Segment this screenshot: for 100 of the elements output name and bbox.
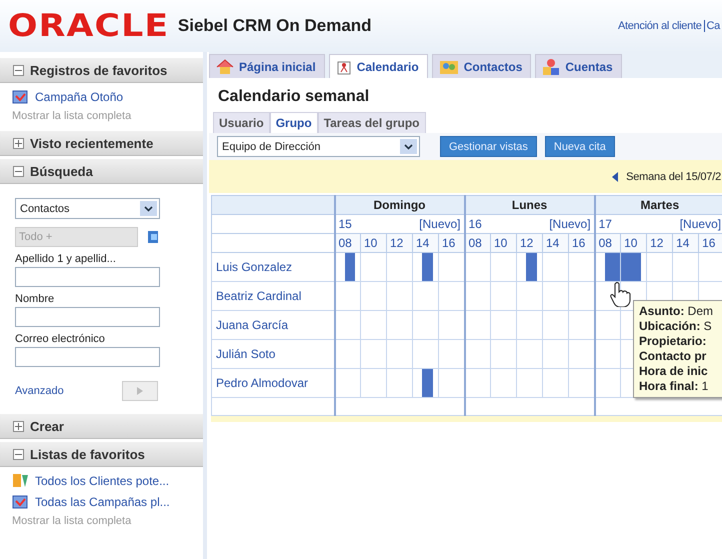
calendar-page-icon (12, 494, 29, 509)
sidebar-section-header[interactable]: Visto recientemente (0, 131, 203, 156)
person-name[interactable]: Beatriz Cardinal (212, 282, 334, 310)
time-slot[interactable] (412, 252, 438, 282)
hour-label: 12 (520, 236, 534, 250)
expand-icon[interactable] (13, 138, 24, 148)
appointment-block[interactable] (344, 253, 355, 281)
hour-label: 14 (416, 236, 430, 250)
person-name[interactable]: Juana García (212, 310, 334, 340)
time-slot[interactable] (594, 252, 621, 282)
lookup-icon[interactable] (148, 231, 158, 243)
collapse-icon[interactable] (13, 448, 24, 460)
field-label: Nombre (15, 293, 56, 305)
hour-label: 14 (676, 236, 690, 250)
dropdown-caret-icon[interactable] (400, 139, 417, 154)
calendar-page-icon (12, 89, 29, 104)
day-name: Domingo (372, 198, 426, 212)
week-label: Semana del 15/07/2 (626, 170, 721, 182)
hour-label: 16 (442, 236, 456, 250)
collapse-icon[interactable] (13, 64, 24, 76)
time-slot[interactable] (594, 310, 621, 340)
hour-label: 08 (468, 236, 482, 250)
person-name[interactable]: Luis Gonzalez (212, 252, 334, 282)
house-icon (216, 58, 234, 74)
date-link[interactable]: 16 (468, 217, 482, 231)
nav-tab[interactable]: Página inicial (209, 54, 325, 78)
people-card-icon (438, 58, 459, 74)
time-slot[interactable] (620, 252, 647, 282)
field-label: Correo electrónico (15, 333, 106, 345)
shapes-icon (542, 58, 560, 76)
search-input-field[interactable] (15, 347, 160, 367)
tooltip-line: Asunto: Dem (639, 304, 714, 319)
appointment-block[interactable] (604, 253, 620, 281)
field-label: Apellido 1 y apellid... (15, 253, 117, 265)
sidebar-section-header[interactable]: Listas de favoritos (0, 442, 203, 467)
time-slot[interactable] (334, 252, 360, 282)
new-appointment-link[interactable]: [Nuevo] (419, 217, 460, 231)
nav-tab[interactable]: Calendario (328, 54, 428, 78)
view-tab[interactable]: Tareas del grupo (318, 112, 426, 133)
time-slot[interactable] (412, 368, 438, 398)
new-appointment-link[interactable]: [Nuevo] (549, 217, 591, 231)
tooltip-line: Hora de inic (639, 364, 709, 379)
view-tab[interactable]: Grupo (270, 112, 318, 133)
tooltip-line: Hora final: 1 (639, 379, 710, 394)
expand-icon[interactable] (13, 420, 24, 432)
time-slot[interactable] (464, 252, 490, 282)
time-slot[interactable] (594, 340, 621, 368)
sidebar-section-header[interactable]: Registros de favoritos (0, 58, 203, 83)
time-slot[interactable] (464, 310, 490, 340)
day-name: Lunes (510, 198, 548, 212)
person-calendar-icon (336, 58, 352, 74)
header-link[interactable]: Ca (704, 20, 722, 32)
tooltip-line: Ubicación: S (639, 319, 713, 334)
time-slot[interactable] (334, 282, 360, 310)
person-name[interactable]: Pedro Almodovar (212, 368, 334, 398)
hour-label: 12 (650, 236, 664, 250)
header-link[interactable]: Atención al cliente (616, 20, 704, 32)
search-input-field[interactable] (15, 267, 160, 287)
hour-label: 16 (702, 236, 716, 250)
time-slot[interactable] (594, 368, 621, 398)
date-link[interactable]: 17 (598, 217, 612, 231)
hour-label: 10 (624, 236, 638, 250)
nav-tab[interactable]: Contactos (432, 54, 532, 78)
previous-arrow-icon[interactable] (612, 172, 618, 182)
hour-label: 14 (546, 236, 560, 250)
tooltip-line: Propietario: (639, 334, 708, 349)
toolbar-button[interactable]: Gestionar vistas (440, 136, 537, 157)
toolbar-button[interactable]: Nueva cita (544, 136, 615, 157)
hour-label: 10 (364, 236, 378, 250)
advanced-search-link[interactable]: Avanzado (15, 385, 64, 397)
sidebar-section-header[interactable]: Búsqueda (0, 159, 203, 184)
nav-tab[interactable]: Cuentas (535, 54, 622, 78)
time-slot[interactable] (464, 340, 490, 368)
time-slot[interactable] (334, 310, 360, 340)
time-slot[interactable] (464, 282, 490, 310)
view-tab[interactable]: Usuario (213, 112, 270, 133)
view-select[interactable]: Equipo de Dirección (217, 136, 420, 157)
search-object-select[interactable]: Contactos (15, 198, 160, 219)
favorite-link[interactable]: Todas las Campañas pl... (12, 494, 203, 509)
hour-label: 08 (598, 236, 612, 250)
favorite-link[interactable]: Todos los Clientes pote... (12, 473, 203, 488)
dropdown-caret-icon[interactable] (140, 201, 157, 216)
time-slot[interactable] (464, 368, 490, 398)
hour-label: 16 (572, 236, 586, 250)
hour-label: 10 (494, 236, 508, 250)
page-title: Calendario semanal (217, 87, 370, 107)
time-slot[interactable] (516, 252, 542, 282)
time-slot[interactable] (334, 368, 360, 398)
sidebar-section-header[interactable]: Crear (0, 414, 203, 439)
collapse-icon[interactable] (13, 166, 24, 176)
play-icon (137, 387, 143, 395)
person-name[interactable]: Julián Soto (212, 340, 334, 368)
appointment-block[interactable] (621, 253, 642, 281)
favorite-link[interactable]: Campaña Otoño (12, 89, 203, 104)
time-slot[interactable] (334, 340, 360, 368)
date-link[interactable]: 15 (338, 217, 352, 231)
new-appointment-link[interactable]: [Nuevo] (680, 217, 722, 231)
product-name: Siebel CRM On Demand (178, 16, 372, 36)
search-input-field[interactable] (15, 307, 160, 327)
hour-label: 08 (338, 236, 352, 250)
